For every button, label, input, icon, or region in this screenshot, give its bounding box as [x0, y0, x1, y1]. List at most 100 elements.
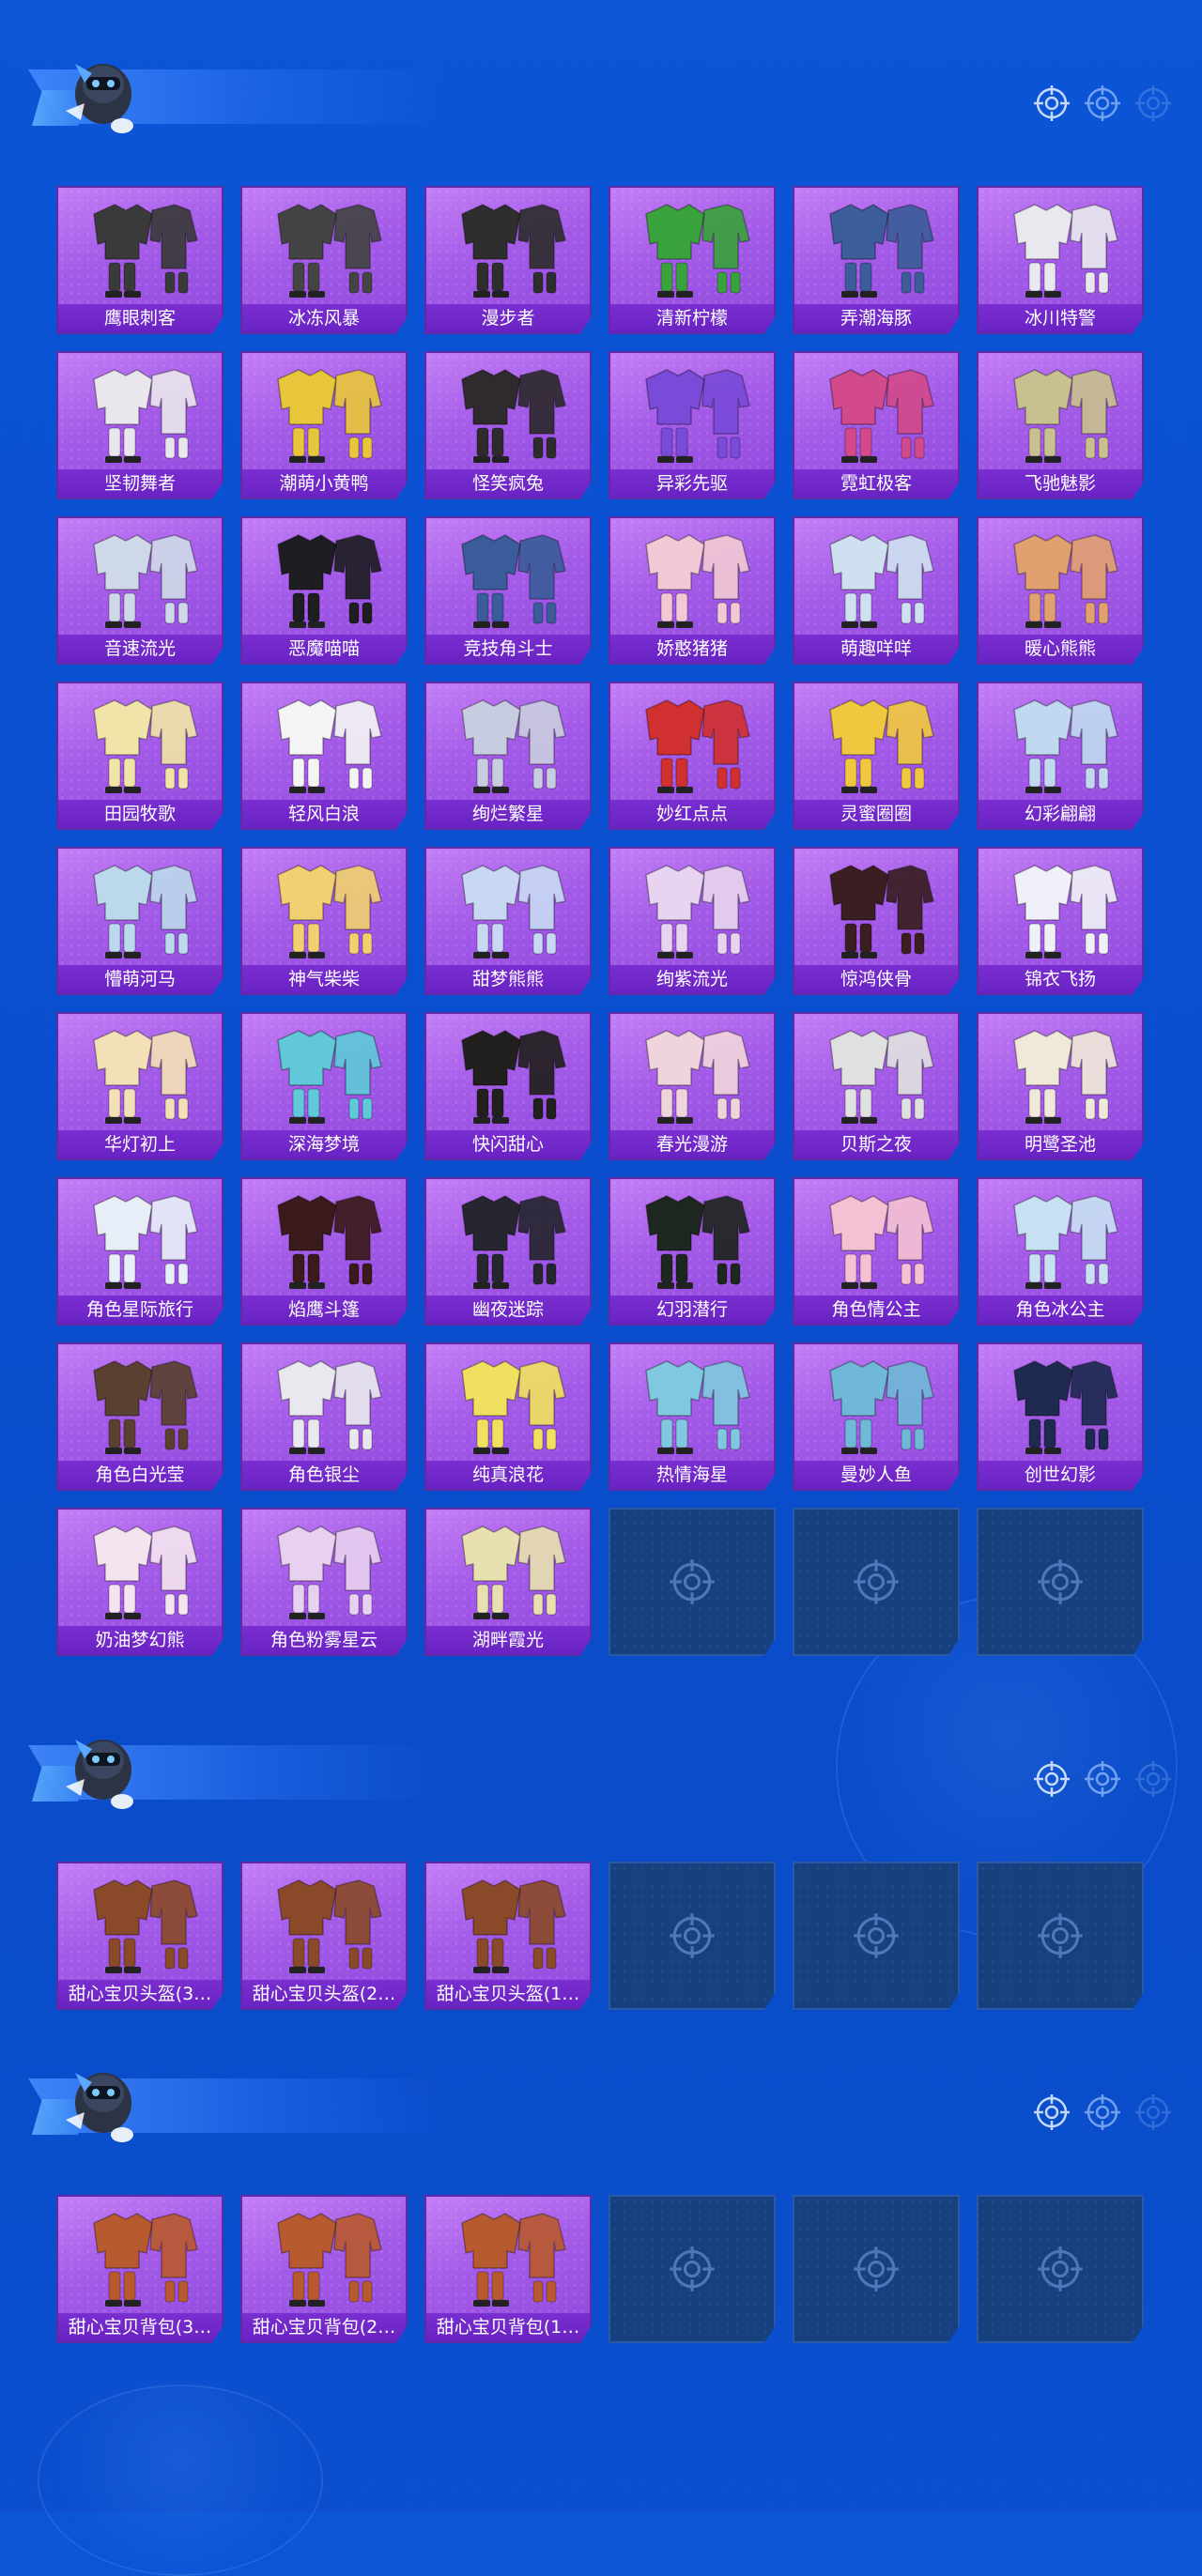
outfit-card[interactable]: 惊鸿侠骨	[793, 847, 960, 995]
outfit-name: 角色银尘	[242, 1461, 406, 1489]
outfit-card[interactable]: 甜心宝贝背包(2…	[240, 2195, 408, 2343]
outfit-card[interactable]: 角色银尘	[240, 1342, 408, 1491]
outfit-image	[997, 1187, 1127, 1292]
outfit-image	[629, 1352, 759, 1457]
outfit-card[interactable]: 灵蜜圈圈	[793, 682, 960, 830]
outfit-card[interactable]: 绚紫流光	[609, 847, 776, 995]
outfit-name: 甜心宝贝背包(3…	[58, 2313, 222, 2341]
outfit-card[interactable]: 快闪甜心	[424, 1012, 592, 1160]
outfit-image	[997, 856, 1127, 961]
outfit-image	[629, 360, 759, 466]
empty-slot	[977, 2195, 1144, 2343]
outfit-name: 甜心宝贝背包(2…	[242, 2313, 406, 2341]
crosshair-icon	[1084, 1760, 1121, 1798]
outfit-card[interactable]: 角色白光莹	[56, 1342, 223, 1491]
outfit-card[interactable]: 冰冻风暴	[240, 186, 408, 334]
outfit-image	[629, 1021, 759, 1127]
outfit-card[interactable]: 曼妙人鱼	[793, 1342, 960, 1491]
outfit-name: 绚紫流光	[610, 965, 774, 993]
outfit-card[interactable]: 明鹭圣池	[977, 1012, 1144, 1160]
outfit-card[interactable]: 角色粉雾星云	[240, 1508, 408, 1656]
outfit-card[interactable]: 坚韧舞者	[56, 351, 223, 499]
outfit-image	[813, 1352, 943, 1457]
section-header	[0, 1713, 1202, 1817]
outfit-card[interactable]: 漫步者	[424, 186, 592, 334]
outfit-name: 甜心宝贝头盔(2…	[242, 1980, 406, 2008]
outfit-card[interactable]: 角色情公主	[793, 1177, 960, 1326]
item-grid: 甜心宝贝头盔(3… 甜心宝贝头盔(2… 甜心宝贝头盔(1…	[56, 1862, 1144, 2010]
outfit-card[interactable]: 热情海星	[609, 1342, 776, 1491]
empty-slot	[793, 2195, 960, 2343]
outfit-name: 锦衣飞扬	[979, 965, 1142, 993]
outfit-card[interactable]: 春光漫游	[609, 1012, 776, 1160]
outfit-card[interactable]: 角色冰公主	[977, 1177, 1144, 1326]
outfit-image	[77, 1352, 207, 1457]
outfit-card[interactable]: 妙红点点	[609, 682, 776, 830]
outfit-name: 华灯初上	[58, 1130, 222, 1158]
outfit-card[interactable]: 鹰眼刺客	[56, 186, 223, 334]
outfit-card[interactable]: 恶魔喵喵	[240, 516, 408, 665]
section-decor-icons	[1033, 84, 1172, 122]
outfit-image	[813, 691, 943, 796]
outfit-card[interactable]: 竞技角斗士	[424, 516, 592, 665]
outfit-name: 角色粉雾星云	[242, 1626, 406, 1654]
outfit-card[interactable]: 清新柠檬	[609, 186, 776, 334]
section-decor-icons	[1033, 2093, 1172, 2131]
outfit-name: 萌趣咩咩	[794, 635, 958, 663]
outfit-image	[445, 1021, 575, 1127]
outfit-image	[77, 1871, 207, 1976]
outfit-card[interactable]: 暖心熊熊	[977, 516, 1144, 665]
outfit-card[interactable]: 甜心宝贝头盔(2…	[240, 1862, 408, 2010]
outfit-card[interactable]: 霓虹极客	[793, 351, 960, 499]
outfit-card[interactable]: 懵萌河马	[56, 847, 223, 995]
outfit-name: 弄潮海豚	[794, 304, 958, 332]
outfit-card[interactable]: 轻风白浪	[240, 682, 408, 830]
outfit-image	[261, 1021, 391, 1127]
outfit-card[interactable]: 甜心宝贝背包(3…	[56, 2195, 223, 2343]
outfit-name: 深海梦境	[242, 1130, 406, 1158]
section-header	[0, 2047, 1202, 2150]
outfit-card[interactable]: 甜心宝贝头盔(3…	[56, 1862, 223, 2010]
outfit-card[interactable]: 角色星际旅行	[56, 1177, 223, 1326]
outfit-card[interactable]: 冰川特警	[977, 186, 1144, 334]
outfit-name: 恶魔喵喵	[242, 635, 406, 663]
outfit-card[interactable]: 娇憨猪猪	[609, 516, 776, 665]
outfit-name: 甜心宝贝头盔(3…	[58, 1980, 222, 2008]
outfit-name: 怪笑疯兔	[426, 469, 590, 498]
outfit-card[interactable]: 幻彩翩翩	[977, 682, 1144, 830]
outfit-card[interactable]: 奶油梦幻熊	[56, 1508, 223, 1656]
outfit-card[interactable]: 幽夜迷踪	[424, 1177, 592, 1326]
outfit-card[interactable]: 甜心宝贝背包(1…	[424, 2195, 592, 2343]
outfit-card[interactable]: 焰鹰斗篷	[240, 1177, 408, 1326]
outfit-name: 明鹭圣池	[979, 1130, 1142, 1158]
outfit-card[interactable]: 华灯初上	[56, 1012, 223, 1160]
outfit-image	[997, 1021, 1127, 1127]
outfit-card[interactable]: 音速流光	[56, 516, 223, 665]
outfit-name: 幻羽潜行	[610, 1296, 774, 1324]
outfit-card[interactable]: 飞驰魅影	[977, 351, 1144, 499]
outfit-image	[445, 1187, 575, 1292]
outfit-card[interactable]: 弄潮海豚	[793, 186, 960, 334]
outfit-name: 轻风白浪	[242, 800, 406, 828]
outfit-card[interactable]: 绚烂繁星	[424, 682, 592, 830]
outfit-card[interactable]: 深海梦境	[240, 1012, 408, 1160]
outfit-name: 异彩先驱	[610, 469, 774, 498]
outfit-card[interactable]: 纯真浪花	[424, 1342, 592, 1491]
outfit-card[interactable]: 怪笑疯兔	[424, 351, 592, 499]
outfit-card[interactable]: 异彩先驱	[609, 351, 776, 499]
empty-slot	[793, 1862, 960, 2010]
outfit-image	[629, 526, 759, 631]
outfit-card[interactable]: 萌趣咩咩	[793, 516, 960, 665]
outfit-card[interactable]: 贝斯之夜	[793, 1012, 960, 1160]
outfit-card[interactable]: 锦衣飞扬	[977, 847, 1144, 995]
outfit-card[interactable]: 幻羽潜行	[609, 1177, 776, 1326]
outfit-card[interactable]: 神气柴柴	[240, 847, 408, 995]
outfit-card[interactable]: 潮萌小黄鸭	[240, 351, 408, 499]
outfit-card[interactable]: 甜梦熊熊	[424, 847, 592, 995]
outfit-card[interactable]: 湖畔霞光	[424, 1508, 592, 1656]
outfit-name: 懵萌河马	[58, 965, 222, 993]
outfit-card[interactable]: 田园牧歌	[56, 682, 223, 830]
outfit-card[interactable]: 创世幻影	[977, 1342, 1144, 1491]
outfit-card[interactable]: 甜心宝贝头盔(1…	[424, 1862, 592, 2010]
outfit-image	[261, 1517, 391, 1622]
